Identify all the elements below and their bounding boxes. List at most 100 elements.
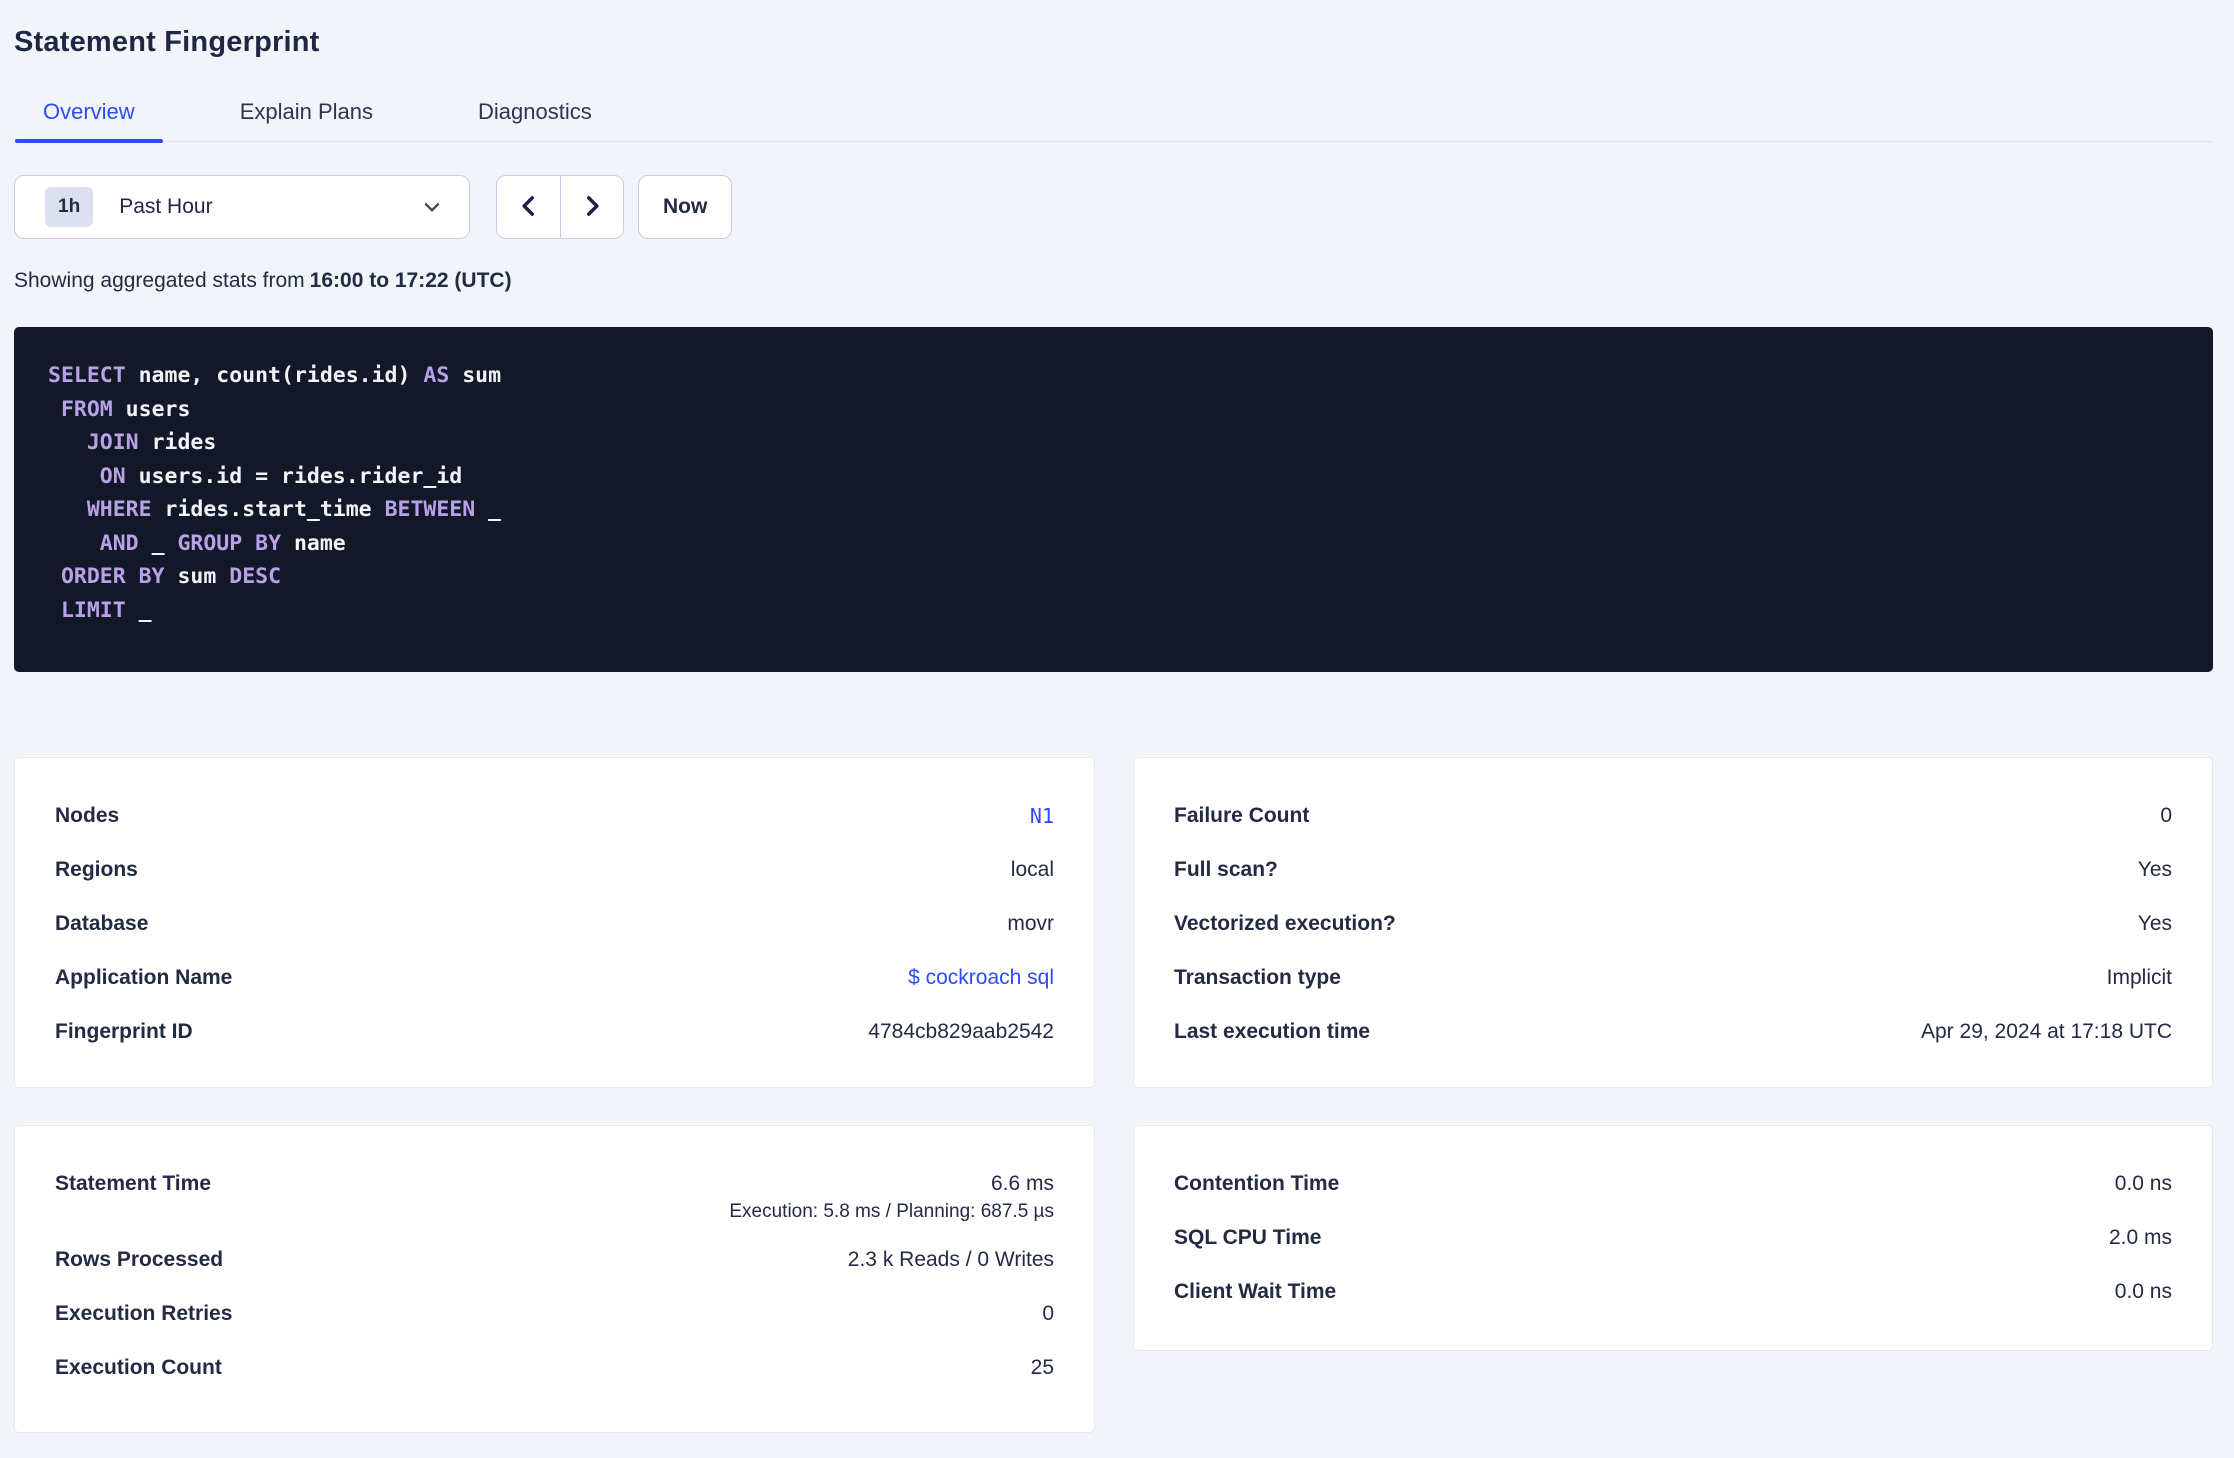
row-value: 4784cb829aab2542 [868, 1005, 1054, 1059]
row-value-text: 0 [2160, 804, 2172, 827]
card-row: Rows Processed 2.3 k Reads / 0 Writes [55, 1233, 1054, 1287]
aggregated-stats-line: Showing aggregated stats from 16:00 to 17… [14, 269, 2213, 293]
chevron-right-icon [579, 193, 605, 222]
time-controls: 1h Past Hour Now [14, 175, 2213, 239]
row-label: Failure Count [1174, 804, 1310, 827]
card-row: Application Name $ cockroach sql [55, 951, 1054, 1005]
row-label: Nodes [55, 804, 120, 827]
sql-line: LIMIT _ [60, 597, 152, 623]
stats-line-prefix: Showing aggregated stats from [14, 269, 305, 292]
row-value-text: Implicit [2106, 966, 2172, 989]
now-button[interactable]: Now [638, 175, 733, 239]
sql-line: FROM users [60, 396, 191, 422]
card-row: SQL CPU Time 2.0 ms [1174, 1211, 2172, 1265]
row-value: Apr 29, 2024 at 17:18 UTC [1921, 1005, 2172, 1059]
card-row: Regions local [55, 843, 1054, 897]
row-value: 2.0 ms [2109, 1211, 2172, 1265]
row-value: 2.3 k Reads / 0 Writes [848, 1233, 1054, 1287]
row-value: N1 [1030, 789, 1054, 843]
row-value: Yes [2138, 897, 2172, 951]
row-value-text: 2.3 k Reads / 0 Writes [847, 1248, 1054, 1271]
row-value: $ cockroach sql [908, 951, 1054, 1005]
summary-cards: Nodes N1 Regions local Database movr Applicati… [14, 757, 2213, 1433]
page-title: Statement Fingerprint [14, 26, 320, 58]
chevron-down-icon [419, 194, 445, 220]
wait-time-card: Contention Time 0.0 ns SQL CPU Time 2.0 ms C… [1133, 1125, 2213, 1351]
card-row: Transaction type Implicit [1174, 951, 2172, 1005]
card-row: Nodes N1 [55, 789, 1054, 843]
statement-performance-card: Statement Time 6.6 ms Execution: 5.8 ms / … [14, 1125, 1095, 1433]
tabs: Overview Explain Plans Diagnostics [14, 91, 2213, 143]
row-value-text: 4784cb829aab2542 [868, 1020, 1054, 1043]
time-range-dropdown[interactable]: 1h Past Hour [14, 175, 470, 239]
row-value: 0.0 ns [2115, 1265, 2172, 1319]
sql-line: WHERE rides.start_time BETWEEN _ [86, 497, 502, 522]
statement-fingerprint-page: Statement Fingerprint Overview Explain Pl… [0, 0, 2234, 1433]
tab-explain-plans[interactable]: Explain Plans [212, 91, 401, 141]
row-label: Statement Time [55, 1172, 211, 1195]
card-row: Statement Time 6.6 ms Execution: 5.8 ms / … [55, 1157, 1054, 1233]
execution-attributes-card: Failure Count 0 Full scan? Yes Vectorized ex… [1133, 757, 2213, 1088]
row-value: 25 [1031, 1341, 1054, 1395]
row-value-link[interactable]: $ cockroach sql [908, 951, 1054, 1005]
row-label: Fingerprint ID [55, 1020, 193, 1043]
row-value-text: movr [1007, 912, 1054, 935]
row-value: movr [1007, 897, 1054, 951]
row-label: Regions [55, 858, 138, 881]
sql-code: SELECT name, count(rides.id) AS sum FROM… [48, 359, 2179, 627]
card-row: Contention Time 0.0 ns [1174, 1157, 2172, 1211]
sql-line: SELECT name, count(rides.id) AS sum [48, 363, 502, 388]
row-value-text: 25 [1030, 1356, 1054, 1379]
time-range-badge: 1h [45, 187, 94, 227]
row-value-text: local [1010, 858, 1054, 881]
row-value-text: Yes [2137, 912, 2172, 935]
row-label: Execution Count [55, 1356, 222, 1379]
previous-time-button[interactable] [497, 176, 560, 238]
time-step-buttons [496, 175, 624, 239]
row-value-text: 0.0 ns [2114, 1172, 2172, 1195]
row-value: 0 [2160, 789, 2172, 843]
row-value-text: 0.0 ns [2114, 1280, 2172, 1303]
sql-line: ORDER BY sum DESC [60, 564, 282, 589]
card-row: Client Wait Time 0.0 ns [1174, 1265, 2172, 1319]
card-row: Fingerprint ID 4784cb829aab2542 [55, 1005, 1054, 1059]
row-value-text: 2.0 ms [2108, 1226, 2172, 1249]
card-row: Last execution time Apr 29, 2024 at 17:18… [1174, 1005, 2172, 1059]
card-row: Execution Retries 0 [55, 1287, 1054, 1341]
row-value-text: Yes [2137, 858, 2172, 881]
sql-line: ON users.id = rides.rider_id [99, 463, 463, 489]
row-label: Full scan? [1174, 858, 1278, 881]
row-label: Execution Retries [55, 1302, 233, 1325]
card-row: Database movr [55, 897, 1054, 951]
stats-line-range: 16:00 to 17:22 (UTC) [309, 269, 512, 292]
card-row: Execution Count 25 [55, 1341, 1054, 1395]
row-value: 0 [1042, 1287, 1054, 1341]
row-value-text: 0 [1042, 1302, 1054, 1325]
row-value: 0.0 ns [2115, 1157, 2172, 1211]
row-value: local [1011, 843, 1054, 897]
row-value-link[interactable]: N1 [1030, 789, 1054, 843]
row-label: Rows Processed [55, 1248, 224, 1271]
next-time-button[interactable] [560, 176, 623, 238]
row-value: 6.6 ms Execution: 5.8 ms / Planning: 687.… [729, 1157, 1054, 1233]
row-label: SQL CPU Time [1174, 1226, 1322, 1249]
tab-diagnostics[interactable]: Diagnostics [450, 91, 620, 141]
row-value-text: Apr 29, 2024 at 17:18 UTC [1921, 1020, 2172, 1043]
card-row: Failure Count 0 [1174, 789, 2172, 843]
row-label: Database [55, 912, 149, 935]
card-row: Vectorized execution? Yes [1174, 897, 2172, 951]
row-label: Vectorized execution? [1174, 912, 1396, 935]
card-row: Full scan? Yes [1174, 843, 2172, 897]
row-label: Client Wait Time [1174, 1280, 1337, 1303]
chevron-left-icon [516, 193, 542, 222]
statement-details-card: Nodes N1 Regions local Database movr Applicati… [14, 757, 1095, 1088]
row-label: Application Name [55, 966, 233, 989]
tab-overview[interactable]: Overview [15, 91, 163, 143]
row-subtext: Execution: 5.8 ms / Planning: 687.5 µs [729, 1201, 1054, 1222]
sql-line: AND _ GROUP BY name [99, 530, 346, 556]
row-label: Last execution time [1174, 1020, 1371, 1043]
row-value: Implicit [2107, 951, 2172, 1005]
time-range-label: Past Hour [119, 195, 213, 218]
row-value: Yes [2138, 843, 2172, 897]
sql-line: JOIN rides [86, 430, 217, 455]
